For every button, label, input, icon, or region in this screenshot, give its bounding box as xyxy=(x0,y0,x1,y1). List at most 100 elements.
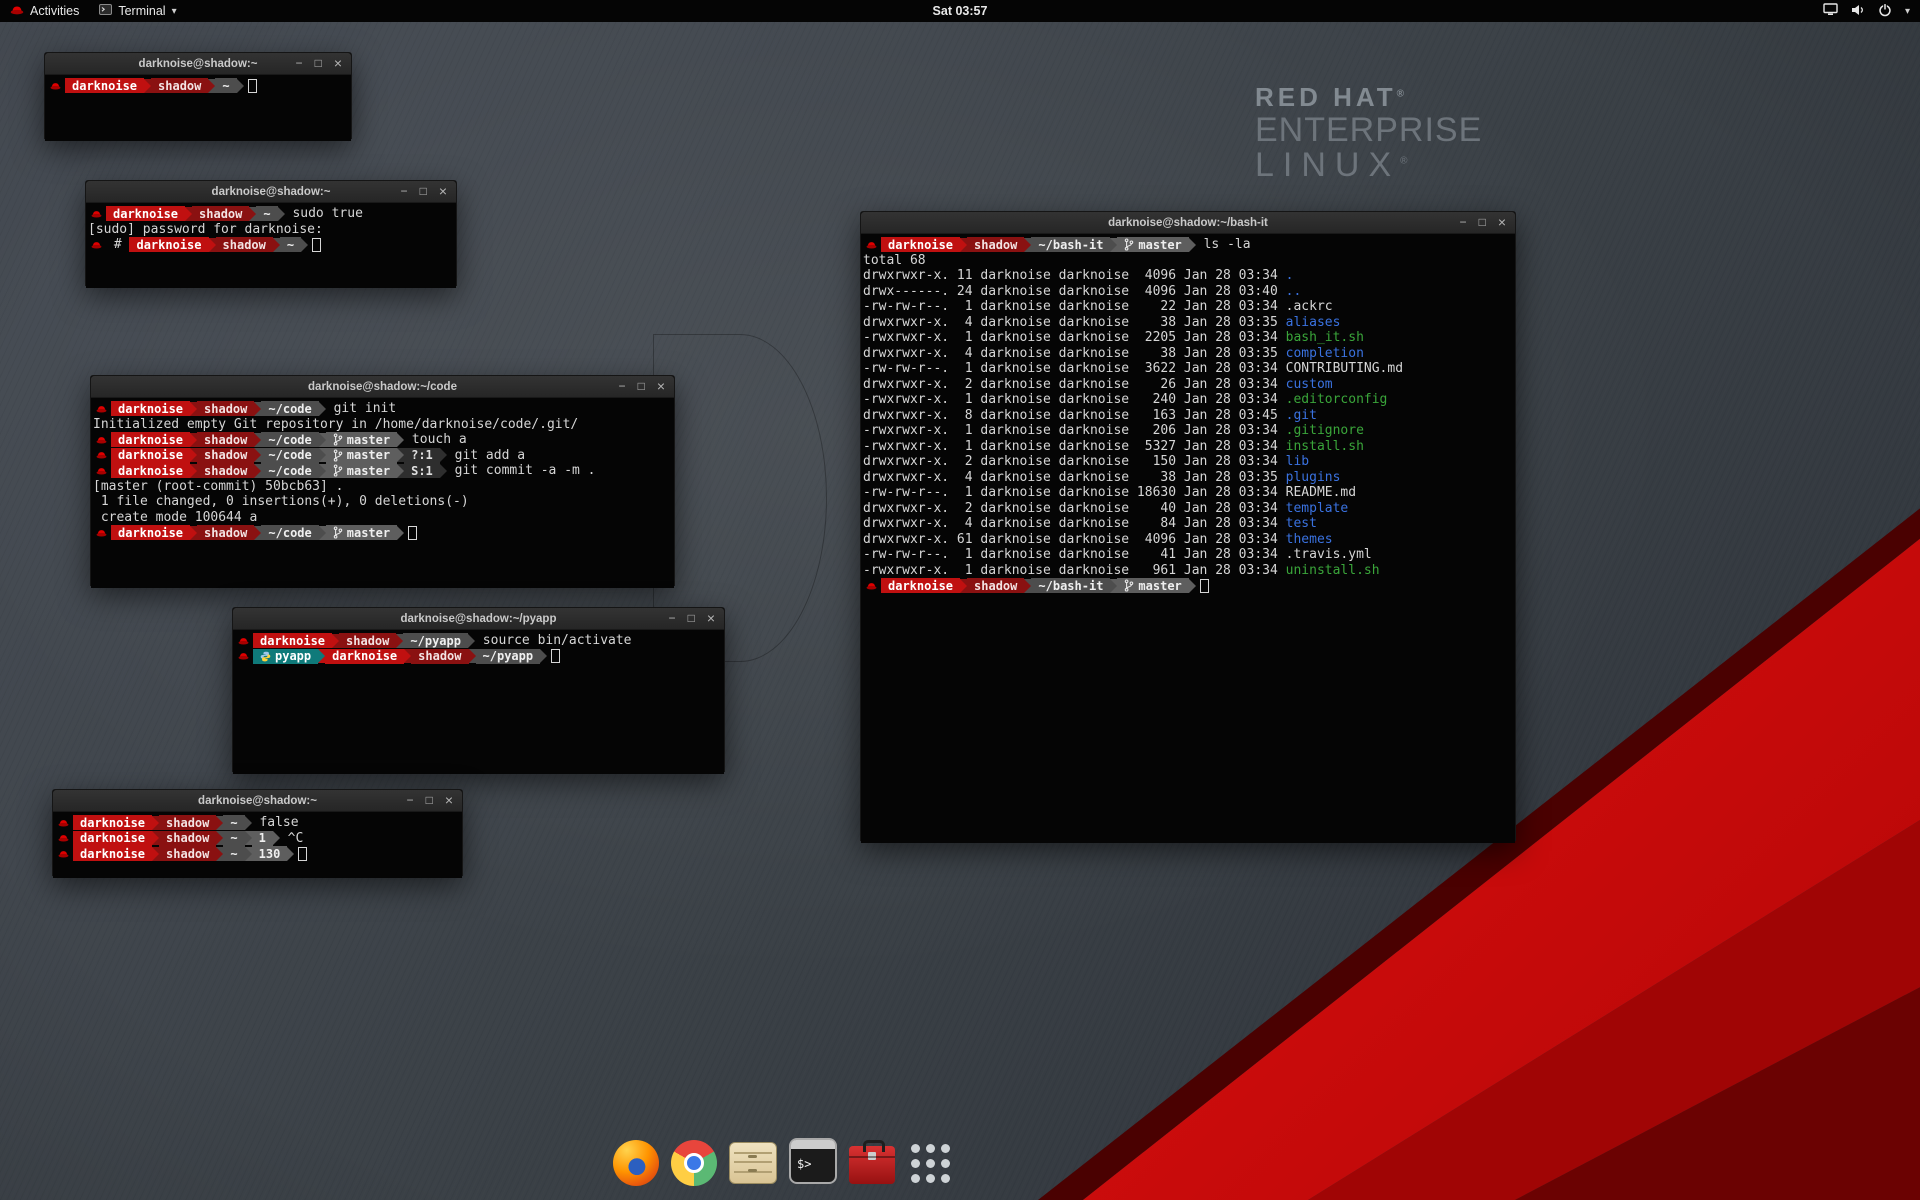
app-grid-icon[interactable] xyxy=(907,1140,953,1186)
terminal-text: bash_it.sh xyxy=(1286,330,1364,345)
terminal-text: git init xyxy=(326,401,396,416)
close-button[interactable]: × xyxy=(439,181,447,202)
powerline-arrow xyxy=(254,448,261,462)
close-button[interactable]: × xyxy=(1498,212,1506,233)
terminal-body[interactable]: darknoiseshadow~/bash-itmaster ls -latot… xyxy=(861,234,1515,843)
powerline-arrow xyxy=(254,433,261,447)
chevron-down-icon[interactable]: ▾ xyxy=(1905,6,1910,17)
powerline-arrow xyxy=(190,433,197,447)
terminal-body[interactable]: darknoiseshadow~/pyapp source bin/activa… xyxy=(233,630,724,774)
powerline-host-segment: shadow xyxy=(151,78,208,93)
minimize-button[interactable]: − xyxy=(1460,212,1467,233)
terminal-text: ls -la xyxy=(1196,237,1251,252)
terminal-body[interactable]: darknoiseshadow~/code git initInitialize… xyxy=(91,398,674,588)
maximize-button[interactable]: □ xyxy=(420,181,427,202)
firefox-icon[interactable] xyxy=(613,1140,659,1186)
powerline-arrow xyxy=(397,464,404,478)
activities-label: Activities xyxy=(30,4,79,18)
terminal-window[interactable]: darknoise@shadow:~−□×darknoiseshadow~ xyxy=(44,52,352,139)
powerline-arrow xyxy=(245,816,252,830)
display-icon[interactable] xyxy=(1823,3,1838,19)
window-titlebar[interactable]: darknoise@shadow:~/code−□× xyxy=(91,376,674,398)
terminal-window[interactable]: darknoise@shadow:~/pyapp−□×darknoiseshad… xyxy=(232,607,725,772)
maximize-button[interactable]: □ xyxy=(688,608,695,629)
powerline-path-segment: ~/code xyxy=(261,525,318,540)
branch-icon xyxy=(1124,579,1134,592)
terminal-window[interactable]: darknoise@shadow:~−□×darknoiseshadow~ fa… xyxy=(52,789,463,876)
powerline-arrow xyxy=(1110,238,1117,252)
terminal-text: aliases xyxy=(1286,315,1341,330)
redhat-prompt-icon xyxy=(95,436,108,444)
maximize-button[interactable]: □ xyxy=(426,790,433,811)
powerline-user-segment: darknoise xyxy=(111,525,190,540)
powerline-branch-segment: master xyxy=(326,448,397,463)
close-button[interactable]: × xyxy=(657,376,665,397)
terminal-body[interactable]: darknoiseshadow~ sudo true[sudo] passwor… xyxy=(86,203,456,288)
terminal-line: [master (root-commit) 50bcb63] . xyxy=(93,479,673,495)
app-menu[interactable]: Terminal ▾ xyxy=(89,0,186,22)
terminal-line: Initialized empty Git repository in /hom… xyxy=(93,417,673,433)
powerline-user-segment: darknoise xyxy=(325,649,404,664)
branch-icon xyxy=(333,464,343,477)
close-button[interactable]: × xyxy=(445,790,453,811)
window-titlebar[interactable]: darknoise@shadow:~/pyapp−□× xyxy=(233,608,724,630)
terminal-text: drwxrwxr-x. 8 darknoise darknoise 163 Ja… xyxy=(863,408,1286,423)
terminal-cursor xyxy=(248,79,257,93)
close-button[interactable]: × xyxy=(707,608,715,629)
system-tray[interactable]: ▾ xyxy=(1823,0,1920,22)
maximize-button[interactable]: □ xyxy=(638,376,645,397)
window-titlebar[interactable]: darknoise@shadow:~−□× xyxy=(45,53,351,75)
chrome-icon[interactable] xyxy=(671,1140,717,1186)
terminal-window[interactable]: darknoise@shadow:~/code−□×darknoiseshado… xyxy=(90,375,675,586)
clock[interactable]: Sat 03:57 xyxy=(0,4,1920,18)
terminal-text: drwxrwxr-x. 2 darknoise darknoise 150 Ja… xyxy=(863,454,1286,469)
window-titlebar[interactable]: darknoise@shadow:~−□× xyxy=(86,181,456,203)
files-icon[interactable] xyxy=(729,1142,777,1184)
minimize-button[interactable]: − xyxy=(669,608,676,629)
terminal-body[interactable]: darknoiseshadow~ falsedarknoiseshadow~1 … xyxy=(53,812,462,878)
minimize-button[interactable]: − xyxy=(407,790,414,811)
powerline-arrow xyxy=(190,402,197,416)
terminal-window[interactable]: darknoise@shadow:~−□×darknoiseshadow~ su… xyxy=(85,180,457,286)
terminal-text: install.sh xyxy=(1286,439,1364,454)
minimize-button[interactable]: − xyxy=(401,181,408,202)
minimize-button[interactable]: − xyxy=(619,376,626,397)
close-button[interactable]: × xyxy=(334,53,342,74)
window-titlebar[interactable]: darknoise@shadow:~−□× xyxy=(53,790,462,812)
powerline-arrow xyxy=(301,238,308,252)
terminal-line: drwxrwxr-x. 4 darknoise darknoise 38 Jan… xyxy=(863,470,1514,486)
terminal-text: drwxrwxr-x. 4 darknoise darknoise 38 Jan… xyxy=(863,315,1286,330)
terminal-line: darknoiseshadow~/codemaster touch a xyxy=(93,432,673,448)
terminal-text: . xyxy=(1286,268,1294,283)
terminal-line: drwxrwxr-x. 2 darknoise darknoise 40 Jan… xyxy=(863,501,1514,517)
window-titlebar[interactable]: darknoise@shadow:~/bash-it−□× xyxy=(861,212,1515,234)
powerline-arrow xyxy=(237,79,244,93)
terminal-icon[interactable]: $> xyxy=(789,1138,837,1184)
terminal-text: drwxrwxr-x. 61 darknoise darknoise 4096 … xyxy=(863,532,1286,547)
powerline-path-segment: ~/code xyxy=(261,432,318,447)
terminal-line: -rwxrwxr-x. 1 darknoise darknoise 961 Ja… xyxy=(863,563,1514,579)
terminal-body[interactable]: darknoiseshadow~ xyxy=(45,75,351,141)
power-icon[interactable] xyxy=(1878,3,1892,20)
powerline-arrow xyxy=(319,526,326,540)
terminal-line: 1 file changed, 0 insertions(+), 0 delet… xyxy=(93,494,673,510)
activities-button[interactable]: Activities xyxy=(0,0,89,22)
maximize-button[interactable]: □ xyxy=(1479,212,1486,233)
powerline-path-segment: ~/code xyxy=(261,463,318,478)
python-icon xyxy=(260,651,271,662)
minimize-button[interactable]: − xyxy=(296,53,303,74)
maximize-button[interactable]: □ xyxy=(315,53,322,74)
powerline-arrow xyxy=(1189,579,1196,593)
toolbox-icon[interactable] xyxy=(849,1146,895,1184)
powerline-user-segment: darknoise xyxy=(111,432,190,447)
terminal-line: drwxrwxr-x. 4 darknoise darknoise 38 Jan… xyxy=(863,346,1514,362)
terminal-window[interactable]: darknoise@shadow:~/bash-it−□×darknoisesh… xyxy=(860,211,1516,841)
powerline-branch-segment: master xyxy=(1117,237,1188,252)
volume-icon[interactable] xyxy=(1851,4,1865,19)
dock: $> xyxy=(613,1138,953,1186)
powerline-arrow xyxy=(245,847,252,861)
terminal-text: 1 file changed, 0 insertions(+), 0 delet… xyxy=(93,494,469,509)
terminal-line: -rw-rw-r--. 1 darknoise darknoise 22 Jan… xyxy=(863,299,1514,315)
powerline-host-segment: shadow xyxy=(967,237,1024,252)
powerline-arrow xyxy=(468,634,475,648)
